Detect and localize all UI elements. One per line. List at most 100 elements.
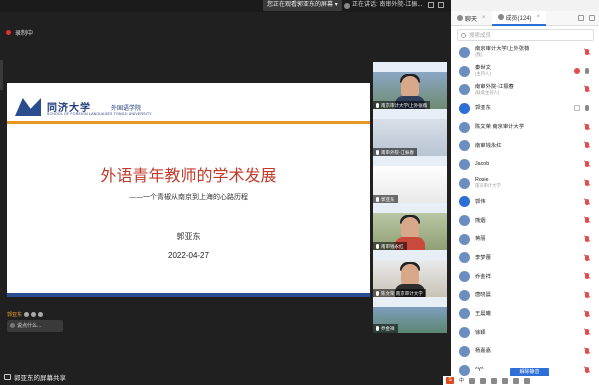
mic-status-icon[interactable] xyxy=(585,366,589,373)
mic-status-icon[interactable] xyxy=(585,67,589,74)
slide-footer-bar xyxy=(7,293,370,297)
tab-chat[interactable]: 聊天 × xyxy=(451,11,492,26)
grid-icon[interactable] xyxy=(524,377,531,384)
moon-icon[interactable] xyxy=(469,377,476,384)
mic-status-icon[interactable] xyxy=(585,198,589,205)
member-row[interactable]: Rosie 南京审计大学 xyxy=(451,174,599,193)
mic-status-icon[interactable] xyxy=(585,217,589,224)
member-row[interactable]: 郭亚东 xyxy=(451,99,599,118)
member-row[interactable]: 乔金祥 xyxy=(451,267,599,286)
member-row[interactable]: 唐晓晨 xyxy=(451,286,599,305)
speaking-indicator: 正在讲话: 南审外院-江振... xyxy=(344,0,422,11)
slide-subtitle: ——一个青椒从南京到上海的心路历程 xyxy=(129,193,248,201)
member-info: Rosie 南京审计大学 xyxy=(475,177,501,189)
member-name: 南审外院-江振春 xyxy=(475,83,514,90)
sidebar-handle[interactable] xyxy=(0,60,3,90)
slide-title: 外语青年教师的学术发展 xyxy=(100,166,277,185)
mic-status-icon[interactable] xyxy=(585,273,589,280)
tile-presentation xyxy=(373,156,447,166)
avatar xyxy=(459,215,470,227)
mic-status-icon[interactable] xyxy=(585,161,589,168)
member-row[interactable]: 南审钱永红 xyxy=(451,136,599,155)
ime-logo-icon[interactable]: S xyxy=(446,377,454,384)
viewing-screen-indicator[interactable]: 您正在观看郭亚东的屏幕 ▾ xyxy=(263,0,342,11)
shirt-icon[interactable] xyxy=(513,377,520,384)
school-dept-cn: 外国语学院 xyxy=(111,106,142,112)
mic-status-icon[interactable] xyxy=(585,179,589,186)
chat-author-name: 郭亚东 xyxy=(7,312,23,318)
collapse-icon[interactable] xyxy=(589,15,595,21)
video-tile[interactable]: 南京审计大学/上外张薇 xyxy=(373,62,447,110)
member-info: 乔金祥 xyxy=(475,274,491,280)
member-row[interactable]: 杨嘉嘉 xyxy=(451,342,599,361)
avatar xyxy=(459,84,470,96)
member-row[interactable]: 李梦蕾 xyxy=(451,249,599,268)
tile-label: 乔金祥 xyxy=(373,324,398,333)
member-row[interactable]: 秦世文 (主持人) xyxy=(451,62,599,81)
member-name: Jacob xyxy=(475,161,490,168)
mic-status-icon[interactable] xyxy=(585,86,589,93)
mic-status-icon[interactable] xyxy=(585,348,589,354)
emoji-icon[interactable] xyxy=(38,312,44,317)
member-row[interactable]: Jacob xyxy=(451,155,599,174)
member-row[interactable]: 南京审计大学/上外张薇 (我) xyxy=(451,43,599,62)
emoji-icon[interactable] xyxy=(31,312,37,317)
mic-status-icon[interactable] xyxy=(585,329,589,336)
close-icon[interactable]: × xyxy=(537,14,541,20)
member-row[interactable]: 蒋丽 xyxy=(451,230,599,249)
member-info: 郭伟 xyxy=(475,199,486,205)
avatar xyxy=(459,252,470,264)
video-tile[interactable]: 乔金祥 xyxy=(373,297,447,333)
mic-status-icon[interactable] xyxy=(585,49,589,55)
avatar xyxy=(459,65,470,77)
member-role: (联席主持人) xyxy=(475,89,500,95)
tile-name: 乔金祥 xyxy=(381,326,395,331)
keyboard-icon[interactable] xyxy=(491,377,498,384)
member-row[interactable]: 熊烟 xyxy=(451,211,599,230)
mic-status-icon[interactable] xyxy=(585,310,589,317)
video-tile[interactable]: 郭亚东 xyxy=(373,156,447,204)
avatar xyxy=(459,102,470,114)
participant-face xyxy=(401,76,419,98)
emoji-icon[interactable] xyxy=(24,312,30,317)
member-row[interactable]: 徐颖 xyxy=(451,323,599,342)
member-row[interactable]: 王晨曦 xyxy=(451,305,599,324)
speaking-text: 正在讲话: 南审外院-江振... xyxy=(352,2,423,8)
avatar xyxy=(459,345,470,357)
chat-input[interactable]: 说点什么... xyxy=(7,320,63,332)
mic-status-icon[interactable] xyxy=(585,291,589,298)
mic-status-icon[interactable] xyxy=(585,105,589,112)
user-icon[interactable] xyxy=(502,377,509,384)
tab-members[interactable]: 成员(124) × xyxy=(491,10,547,26)
avatar xyxy=(459,271,470,283)
video-tile[interactable]: 南审外院-江振春 xyxy=(373,109,447,157)
minimize-icon[interactable] xyxy=(428,2,434,8)
panel-title-bar xyxy=(451,0,599,11)
system-taskbar: S 中 xyxy=(443,376,599,385)
member-name: 南审钱永红 xyxy=(475,142,502,149)
member-info: 王晨曦 xyxy=(475,311,491,317)
mic-status-icon[interactable] xyxy=(585,142,589,149)
member-row[interactable]: 郭伟 xyxy=(451,193,599,212)
member-info: 南审外院-江振春 (联席主持人) xyxy=(475,84,514,96)
member-role: (我) xyxy=(475,52,483,58)
mic-icon xyxy=(376,291,379,296)
avatar xyxy=(459,140,470,152)
shared-screen-slide: 同济大学 外国语学院 SCHOOL OF FOREIGN LANGUAGES T… xyxy=(7,83,370,297)
member-row[interactable]: 陈文荣 南京审计大学 xyxy=(451,118,599,137)
mic-status-icon[interactable] xyxy=(585,123,589,130)
close-icon[interactable]: × xyxy=(482,15,486,21)
member-search-input[interactable]: 搜索成员 xyxy=(457,29,594,41)
video-tile[interactable]: 南审钱永红 xyxy=(373,203,447,251)
mic-status-icon[interactable] xyxy=(585,235,589,242)
fullscreen-icon[interactable] xyxy=(438,2,444,8)
mic-icon[interactable] xyxy=(480,377,487,384)
popout-icon[interactable] xyxy=(578,15,584,21)
member-row[interactable]: 南审外院-江振春 (联席主持人) xyxy=(451,80,599,99)
mic-status-icon[interactable] xyxy=(585,254,589,261)
member-info: 南审钱永红 xyxy=(475,143,502,149)
ime-mode[interactable]: 中 xyxy=(459,377,464,384)
member-info: Jacob xyxy=(475,161,489,167)
university-logo-icon xyxy=(15,98,41,116)
video-tile[interactable]: 陈文荣 南京审计大学 xyxy=(373,250,447,298)
